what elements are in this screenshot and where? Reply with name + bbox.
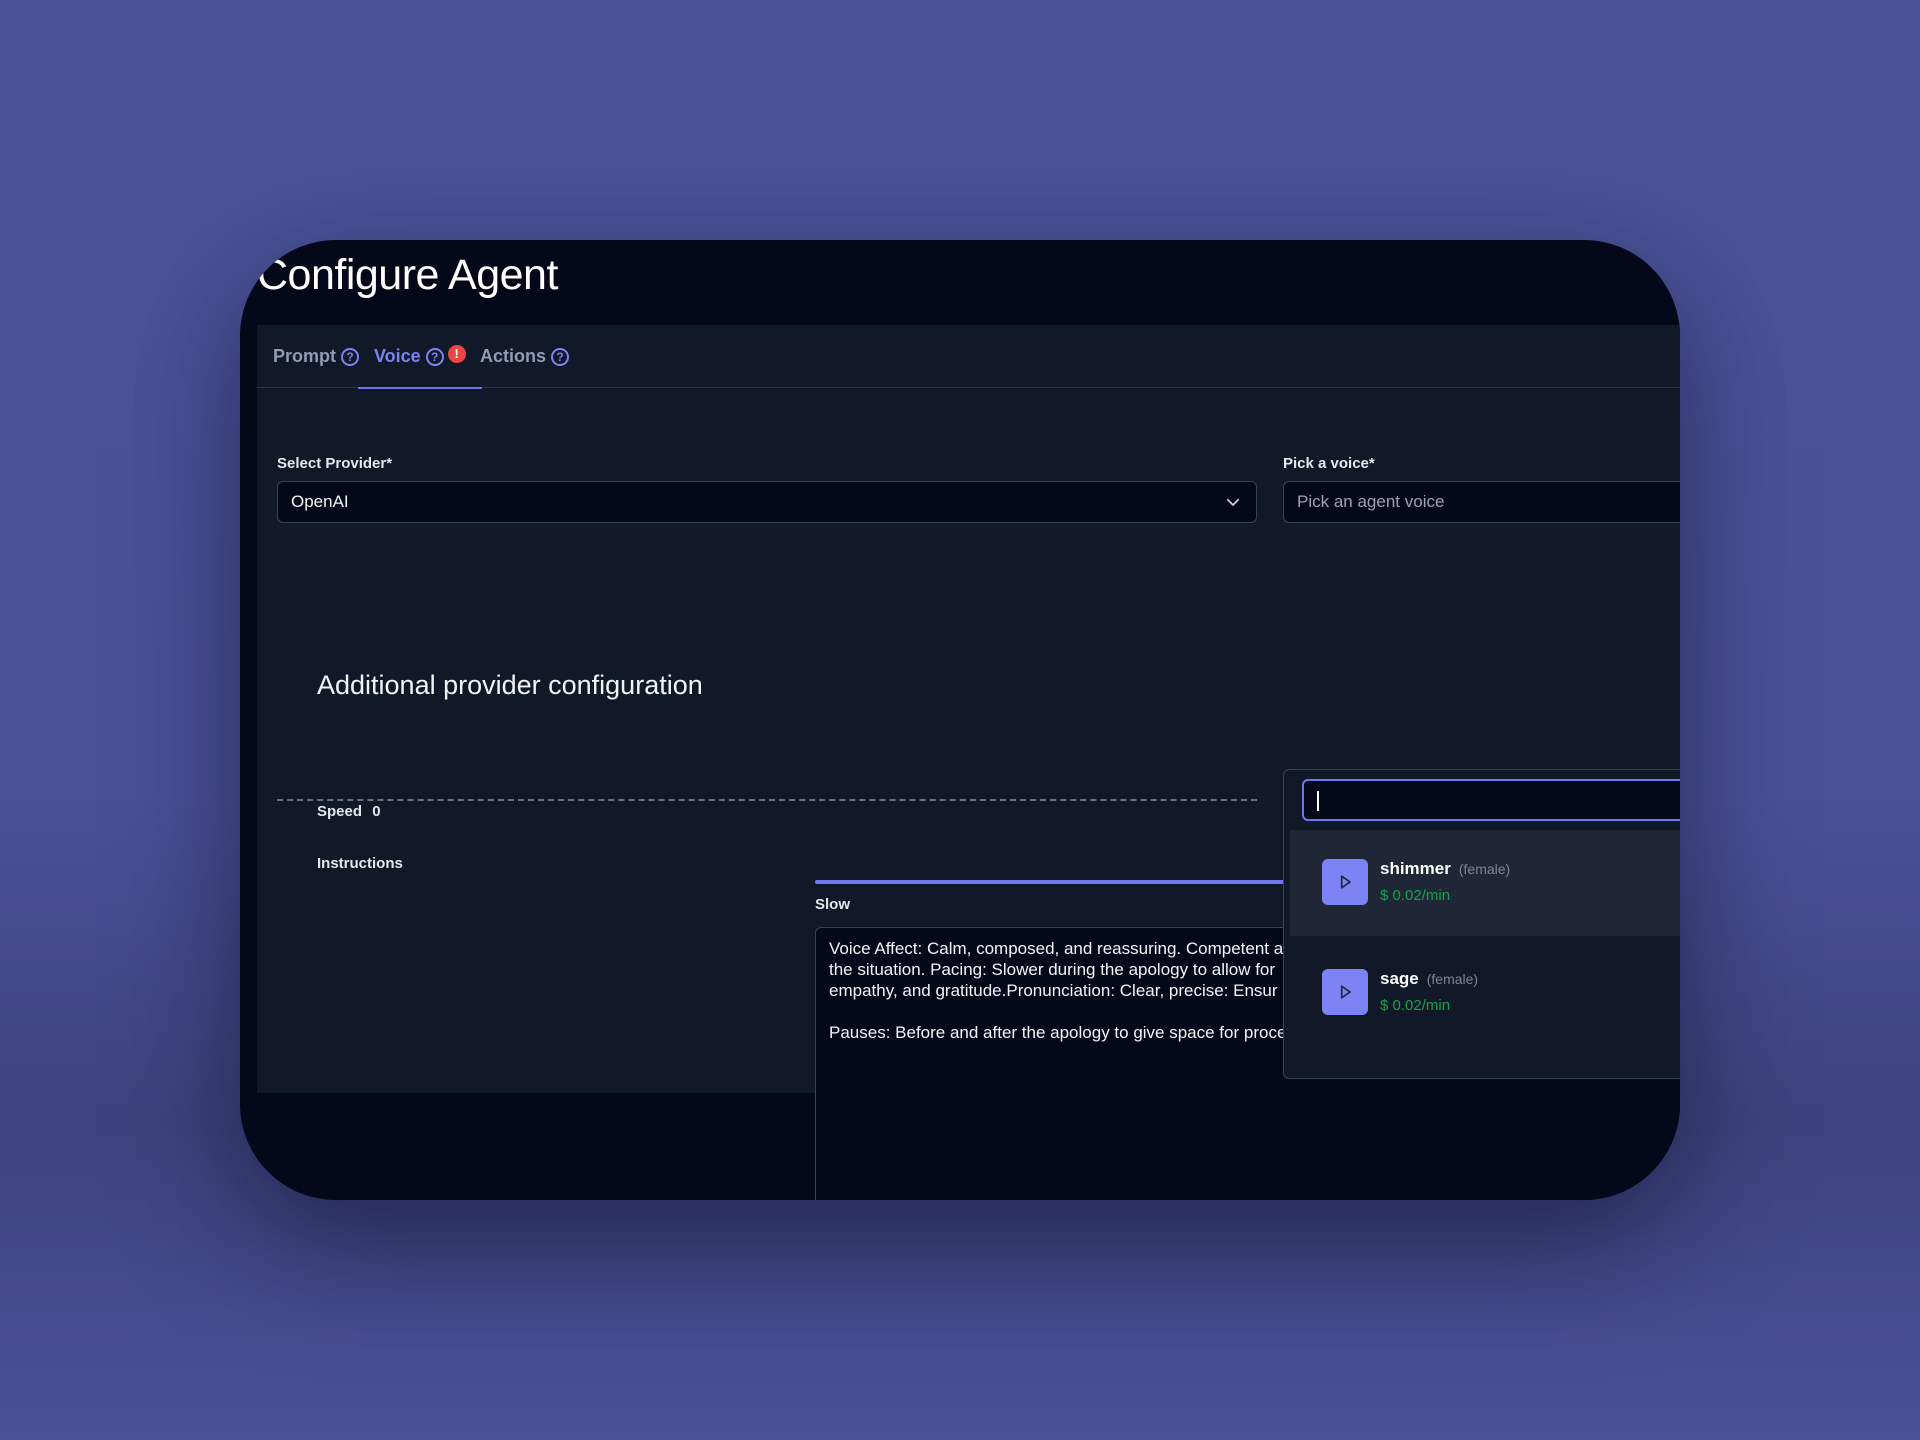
device-frame: Configure Agent Prompt ? Voice ? ! Actio… [240,240,1680,1200]
additional-config-title: Additional provider configuration [317,670,703,700]
chevron-down-icon [1226,498,1240,506]
voice-name: sage [1380,969,1419,988]
provider-label: Select Provider* [277,455,393,472]
speed-value: 0 [372,803,381,820]
voice-name-row: shimmer (female) [1380,859,1510,879]
voice-price: $ 0.02/min [1380,997,1451,1014]
page-title: Configure Agent [257,251,558,299]
tab-bar: Prompt ? Voice ? ! Actions ? [257,325,1680,389]
tab-actions[interactable]: Actions ? [480,325,570,388]
play-icon[interactable] [1322,859,1368,905]
voice-option-shimmer[interactable]: shimmer (female) $ 0.02/min [1290,830,1680,936]
voice-price: $ 0.02/min [1380,887,1451,904]
text-caret [1317,791,1319,811]
tab-voice[interactable]: Voice ? ! [358,325,482,389]
voice-search-input[interactable] [1302,779,1680,821]
voice-gender: (female) [1426,971,1479,987]
voice-name-row: sage (female) [1380,969,1478,989]
help-circle-icon[interactable]: ? [341,347,359,366]
voice-gender: (female) [1458,861,1511,877]
slider-slow-label: Slow [815,896,851,913]
voice-dropdown: shimmer (female) $ 0.02/min sage (female) … [1283,769,1680,1079]
config-panel: Prompt ? Voice ? ! Actions ? Select Prov… [257,325,1680,1200]
section-divider [277,799,1257,801]
voice-select[interactable]: Pick an agent voice [1283,481,1680,523]
tab-actions-label: Actions [480,346,547,366]
voice-option-sage[interactable]: sage (female) $ 0.02/min [1290,940,1680,1046]
help-circle-icon[interactable]: ? [425,347,444,366]
voice-label: Pick a voice* [1283,455,1375,472]
speed-label: Speed [317,803,363,820]
help-circle-icon[interactable]: ? [551,347,570,366]
tab-prompt[interactable]: Prompt ? [273,325,359,388]
tab-prompt-label: Prompt [273,346,336,366]
tab-voice-label: Voice [374,346,421,366]
provider-value: OpenAI [291,492,349,511]
play-icon[interactable] [1322,969,1368,1015]
voice-placeholder: Pick an agent voice [1297,492,1445,511]
alert-icon: ! [447,344,466,363]
speed-label-row: Speed 0 [317,803,381,820]
voice-name: shimmer [1380,859,1451,878]
provider-select[interactable]: OpenAI [277,481,1257,523]
instructions-label: Instructions [317,855,403,872]
